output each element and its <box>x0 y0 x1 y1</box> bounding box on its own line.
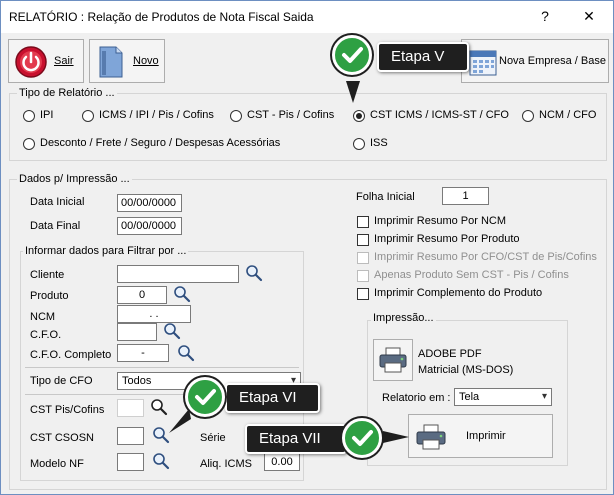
client-input[interactable] <box>117 265 239 283</box>
model-search-icon[interactable] <box>152 452 170 470</box>
start-date-label: Data Inicial <box>30 196 85 208</box>
product-search-icon[interactable] <box>173 285 191 303</box>
callout-step7: Etapa VII <box>245 424 347 454</box>
model-label: Modelo NF <box>30 458 84 470</box>
callout-step5: Etapa V <box>377 42 469 72</box>
cfo-type-value: Todos <box>122 375 152 387</box>
product-label: Produto <box>30 290 69 302</box>
checkmark-icon <box>352 430 373 446</box>
start-date-input[interactable]: 00/00/0000 <box>117 194 182 212</box>
cst-pis-label: CST Pis/Cofins <box>30 404 105 416</box>
report-in-select[interactable]: Tela ▾ <box>454 388 552 406</box>
cfo-label: C.F.O. <box>30 329 62 341</box>
step6-check-badge <box>185 377 225 417</box>
icms-rate-label: Aliq. ICMS <box>200 458 252 470</box>
report-type-group-label: Tipo de Relatório ... <box>17 87 117 99</box>
product-input[interactable]: 0 <box>117 286 167 304</box>
client-label: Cliente <box>30 269 65 281</box>
title-bar: RELATÓRIO : Relação de Produtos de Nota … <box>1 1 613 33</box>
step5-pointer-icon <box>346 81 360 103</box>
cfo-full-label: C.F.O. Completo <box>30 349 112 361</box>
cfo-full-search-icon[interactable] <box>177 344 195 362</box>
start-page-label: Folha Inicial <box>356 191 415 203</box>
client-search-icon[interactable] <box>245 264 263 282</box>
checkbox-summary-cfo-cst-label: Imprimir Resumo Por CFO/CST de Pis/Cofin… <box>374 251 597 263</box>
ncm-label: NCM <box>30 311 56 323</box>
document-icon <box>99 46 123 78</box>
end-date-label: Data Final <box>30 220 81 232</box>
end-date-input[interactable]: 00/00/0000 <box>117 217 182 235</box>
icms-rate-input[interactable]: 0.00 <box>264 453 300 471</box>
printer-select-button[interactable] <box>373 339 413 381</box>
filter-divider <box>25 367 299 368</box>
step6-pointer-icon <box>169 409 191 433</box>
power-icon <box>15 46 47 78</box>
ncm-input[interactable]: . . <box>117 305 191 323</box>
print-button[interactable]: Imprimir <box>408 414 553 458</box>
report-in-value: Tela <box>459 391 480 403</box>
cfo-type-label: Tipo de CFO <box>30 375 93 387</box>
cfo-full-input[interactable]: - <box>117 344 169 362</box>
step7-check-badge <box>342 418 382 458</box>
filter-group-label: Informar dados para Filtrar por ... <box>23 245 189 257</box>
radio-discount-freight[interactable] <box>23 138 35 150</box>
new-company-label: Nova Empresa / Base <box>499 55 606 67</box>
printer-line2: Matricial (MS-DOS) <box>418 364 514 376</box>
checkbox-summary-cfo-cst[interactable] <box>357 252 369 264</box>
step5-check-badge <box>332 35 372 75</box>
calendar-icon <box>469 50 497 76</box>
radio-iss-label: ISS <box>370 137 388 149</box>
report-in-label: Relatorio em : <box>382 392 451 404</box>
radio-icms-ipi-pis-cofins-label: ICMS / IPI / Pis / Cofins <box>99 109 214 121</box>
callout-step6: Etapa VI <box>225 383 320 413</box>
printer-line1: ADOBE PDF <box>418 348 482 360</box>
radio-cst-pis-cofins-label: CST - Pis / Cofins <box>247 109 335 121</box>
checkbox-product-complement-label: Imprimir Complemento do Produto <box>374 287 543 299</box>
checkbox-summary-ncm-label: Imprimir Resumo Por NCM <box>374 215 507 227</box>
radio-cst-icms-st-cfo[interactable] <box>353 110 365 122</box>
report-type-group <box>9 93 607 161</box>
printer-icon <box>416 424 446 450</box>
radio-ncm-cfo-label: NCM / CFO <box>539 109 597 121</box>
checkmark-icon <box>342 47 363 63</box>
checkbox-product-complement[interactable] <box>357 288 369 300</box>
printer-icon <box>379 347 407 373</box>
cfo-input[interactable] <box>117 323 157 341</box>
radio-cst-pis-cofins[interactable] <box>230 110 242 122</box>
cst-csosn-input[interactable] <box>117 427 144 445</box>
new-company-button[interactable]: Nova Empresa / Base <box>461 39 609 83</box>
report-window: RELATÓRIO : Relação de Produtos de Nota … <box>0 0 614 495</box>
exit-label: Sair <box>54 55 74 67</box>
radio-icms-ipi-pis-cofins[interactable] <box>82 110 94 122</box>
new-label: Novo <box>133 55 159 67</box>
window-title: RELATÓRIO : Relação de Produtos de Nota … <box>9 10 314 24</box>
checkbox-summary-product[interactable] <box>357 234 369 246</box>
checkmark-icon <box>195 389 216 405</box>
checkbox-product-without-cst[interactable] <box>357 270 369 282</box>
radio-ipi[interactable] <box>23 110 35 122</box>
exit-button[interactable]: Sair <box>8 39 84 83</box>
cst-csosn-label: CST CSOSN <box>30 432 94 444</box>
radio-cst-icms-st-cfo-label: CST ICMS / ICMS-ST / CFO <box>370 109 509 121</box>
series-label: Série <box>200 432 226 444</box>
radio-ncm-cfo[interactable] <box>522 110 534 122</box>
cfo-search-icon[interactable] <box>163 322 181 340</box>
checkbox-product-without-cst-label: Apenas Produto Sem CST - Pis / Cofins <box>374 269 569 281</box>
print-data-group-label: Dados p/ Impressão ... <box>17 173 132 185</box>
radio-ipi-label: IPI <box>40 109 54 121</box>
checkbox-summary-product-label: Imprimir Resumo Por Produto <box>374 233 520 245</box>
radio-discount-freight-label: Desconto / Frete / Seguro / Despesas Ace… <box>40 137 281 149</box>
start-page-input[interactable]: 1 <box>442 187 489 205</box>
close-button[interactable]: ✕ <box>567 1 611 31</box>
checkbox-summary-ncm[interactable] <box>357 216 369 228</box>
radio-iss[interactable] <box>353 138 365 150</box>
help-button[interactable]: ? <box>523 1 567 31</box>
model-input[interactable] <box>117 453 144 471</box>
printing-group-label: Impressão... <box>371 312 436 324</box>
chevron-down-icon: ▾ <box>541 391 547 402</box>
cst-pis-input[interactable] <box>117 399 144 417</box>
step7-pointer-icon <box>383 431 409 443</box>
print-label: Imprimir <box>466 430 506 442</box>
new-button[interactable]: Novo <box>89 39 165 83</box>
